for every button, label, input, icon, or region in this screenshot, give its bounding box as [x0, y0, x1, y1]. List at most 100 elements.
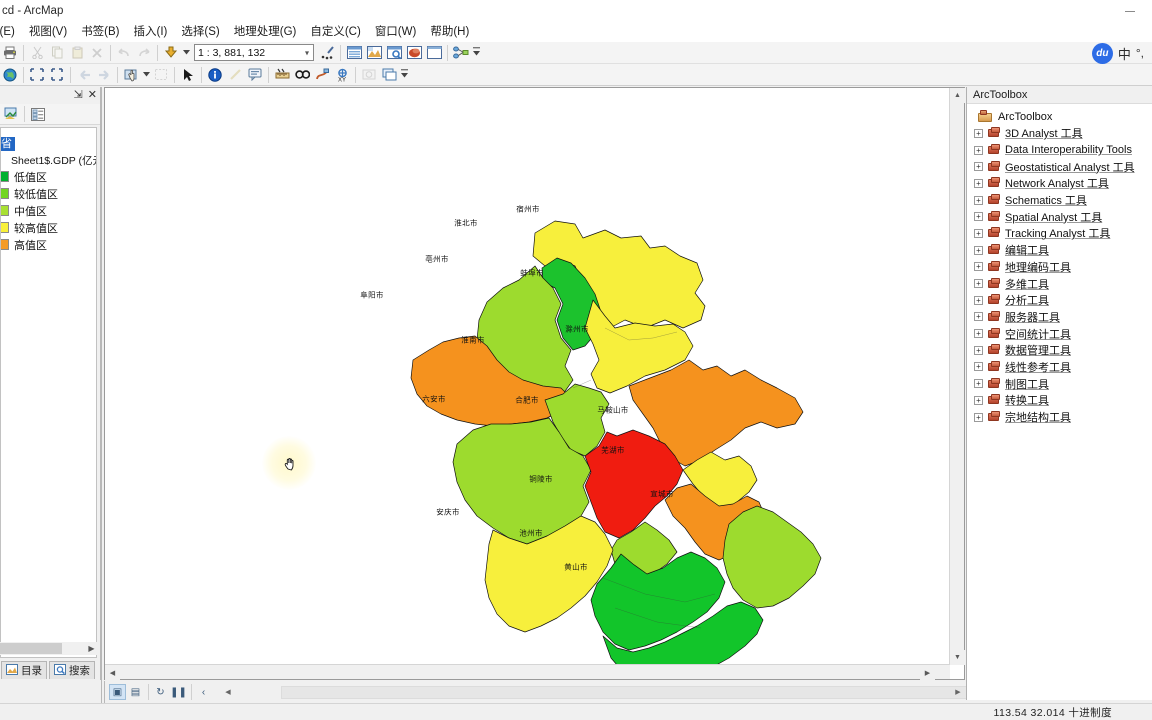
menu-edit[interactable]: 辑(E) [0, 22, 22, 42]
delete-icon[interactable] [87, 43, 107, 63]
add-data-dropdown-icon[interactable] [181, 43, 191, 63]
time-slider-icon[interactable] [359, 65, 379, 85]
tab-search[interactable]: 搜索 [49, 661, 95, 679]
expand-node-icon[interactable]: + [974, 262, 983, 272]
previous-extent-button[interactable]: ‹ [195, 684, 212, 700]
expand-node-icon[interactable]: + [974, 128, 983, 138]
pan-icon[interactable] [121, 65, 141, 85]
map-bottom-scrollbar[interactable]: ◀ ▶ [221, 685, 1001, 699]
map-vertical-scrollbar[interactable]: ▲ ▼ [949, 88, 965, 665]
editor-toolbar-icon[interactable] [317, 43, 337, 63]
table-of-contents-icon[interactable] [344, 43, 364, 63]
toolbox-spatial-statistics[interactable]: + 空间统计工具 [971, 325, 1152, 342]
copy-icon[interactable] [47, 43, 67, 63]
pin-icon[interactable]: ⇲ [74, 90, 83, 101]
toc-class-row[interactable]: 低值区 [1, 168, 96, 185]
expand-node-icon[interactable]: + [974, 395, 983, 405]
baidu-ime-widget[interactable]: du 中 °, [1088, 41, 1148, 65]
search-window-icon[interactable] [384, 43, 404, 63]
map-scale-combo[interactable]: 1 : 3, 881, 132 ▾ [194, 44, 314, 61]
expand-node-icon[interactable]: + [974, 245, 983, 255]
globe-full-extent-icon[interactable] [0, 65, 20, 85]
legend-color-swatch[interactable] [1, 171, 9, 182]
toolbox-linear-referencing[interactable]: + 线性参考工具 [971, 359, 1152, 376]
expand-node-icon[interactable]: + [974, 329, 983, 339]
catalog-window-icon[interactable] [364, 43, 384, 63]
expand-node-icon[interactable]: + [974, 178, 983, 188]
expand-node-icon[interactable]: + [974, 295, 983, 305]
legend-color-swatch[interactable] [1, 188, 9, 199]
menu-customize[interactable]: 自定义(C) [303, 22, 367, 42]
legend-color-swatch[interactable] [1, 239, 9, 250]
zoom-out-icon[interactable] [47, 65, 67, 85]
zoom-in-icon[interactable] [27, 65, 47, 85]
menu-view[interactable]: 视图(V) [22, 22, 74, 42]
arctoolbox-root-node[interactable]: ArcToolbox [971, 108, 1152, 125]
data-view-button[interactable]: ▣ [109, 684, 126, 700]
toolbox-server[interactable]: + 服务器工具 [971, 309, 1152, 326]
minimize-button[interactable] [1108, 0, 1152, 22]
hyperlink-icon[interactable] [225, 65, 245, 85]
find-route-icon[interactable] [312, 65, 332, 85]
menu-selection[interactable]: 选择(S) [174, 22, 226, 42]
close-icon[interactable]: ✕ [88, 90, 97, 101]
forward-extent-icon[interactable] [94, 65, 114, 85]
refresh-view-button[interactable]: ↻ [152, 684, 169, 700]
modelbuilder-icon[interactable] [451, 43, 471, 63]
tools-overflow-icon[interactable] [399, 65, 409, 85]
scroll-left-arrow-icon[interactable]: ◀ [221, 686, 235, 699]
scroll-right-arrow-icon[interactable]: ▶ [920, 665, 935, 680]
toolbox-network-analyst[interactable]: + Network Analyst 工具 [971, 175, 1152, 192]
toolbox-data-interoperability[interactable]: + Data Interoperability Tools [971, 142, 1152, 159]
select-elements-icon[interactable] [178, 65, 198, 85]
list-by-source-icon[interactable] [28, 104, 48, 124]
expand-node-icon[interactable]: + [974, 195, 983, 205]
toolbox-parcel-fabric[interactable]: + 宗地结构工具 [971, 409, 1152, 426]
toolbox-multidimension[interactable]: + 多维工具 [971, 275, 1152, 292]
menu-bookmarks[interactable]: 书签(B) [74, 22, 126, 42]
create-viewer-icon[interactable] [379, 65, 399, 85]
legend-color-swatch[interactable] [1, 222, 9, 233]
toc-layer-row[interactable]: 徽省 [1, 136, 96, 152]
toolbox-editing[interactable]: + 编辑工具 [971, 242, 1152, 259]
paste-icon[interactable] [67, 43, 87, 63]
scroll-down-arrow-icon[interactable]: ▼ [950, 650, 965, 665]
toolbox-conversion[interactable]: + 转换工具 [971, 392, 1152, 409]
print-icon[interactable] [0, 43, 20, 63]
expand-node-icon[interactable]: + [974, 145, 983, 155]
toolbox-geocoding[interactable]: + 地理编码工具 [971, 259, 1152, 276]
go-to-xy-icon[interactable]: XY [332, 65, 352, 85]
expand-node-icon[interactable]: + [974, 412, 983, 422]
ime-punctuation-mode[interactable]: °, [1136, 46, 1144, 60]
map-canvas[interactable]: 淮北市 宿州市 亳州市 蚌埠市 阜阳市 滁州市 淮南市 六安市 合肥市 马鞍山市 芜湖市 铜陵市 宣城市… [105, 88, 950, 665]
expand-node-icon[interactable]: + [974, 362, 983, 372]
cut-icon[interactable] [27, 43, 47, 63]
toolbox-analysis[interactable]: + 分析工具 [971, 292, 1152, 309]
measure-icon[interactable] [272, 65, 292, 85]
ime-language-mode[interactable]: 中 [1118, 44, 1131, 63]
back-extent-icon[interactable] [74, 65, 94, 85]
scrollbar-track[interactable] [0, 643, 85, 654]
toolbox-3d-analyst[interactable]: +3D Analyst 工具 [971, 125, 1152, 142]
toolbar-overflow-icon[interactable] [471, 43, 481, 63]
expand-node-icon[interactable]: + [974, 228, 983, 238]
expand-node-icon[interactable]: + [974, 345, 983, 355]
undo-icon[interactable] [114, 43, 134, 63]
expand-node-icon[interactable]: + [974, 212, 983, 222]
list-by-drawing-order-icon[interactable] [1, 104, 21, 124]
select-features-icon[interactable] [151, 65, 171, 85]
pan-dropdown-icon[interactable] [141, 65, 151, 85]
scrollbar-thumb[interactable] [281, 685, 1001, 699]
menu-insert[interactable]: 插入(I) [127, 22, 175, 42]
expand-node-icon[interactable]: + [974, 379, 983, 389]
expand-node-icon[interactable]: + [974, 162, 983, 172]
toolbox-schematics[interactable]: + Schematics 工具 [971, 192, 1152, 209]
toolbox-cartography[interactable]: + 制图工具 [971, 375, 1152, 392]
html-popup-icon[interactable] [245, 65, 265, 85]
legend-color-swatch[interactable] [1, 205, 9, 216]
toc-horizontal-scrollbar[interactable]: ▶ [0, 642, 98, 655]
toc-class-row[interactable]: 较高值区 [1, 219, 96, 236]
scroll-left-arrow-icon[interactable]: ◀ [105, 665, 120, 680]
scroll-up-arrow-icon[interactable]: ▲ [950, 88, 965, 103]
expand-node-icon[interactable]: + [974, 279, 983, 289]
